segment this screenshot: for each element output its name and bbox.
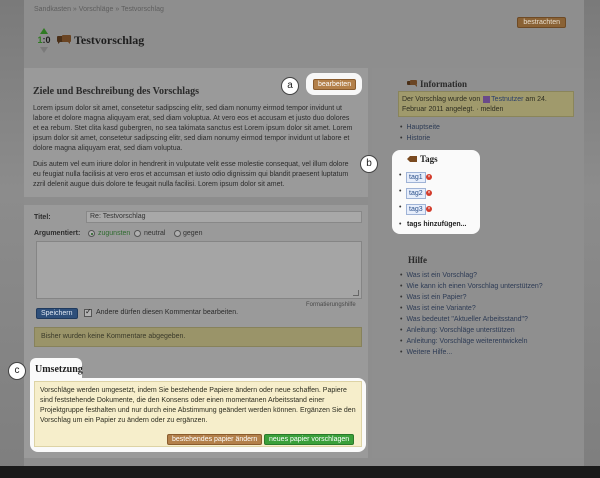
argument-contra-label[interactable]: gegen xyxy=(183,230,202,237)
argument-neutral-label[interactable]: neutral xyxy=(144,230,165,237)
argument-pro-label[interactable]: zugunsten xyxy=(98,230,130,237)
allow-edit-checkbox[interactable] xyxy=(84,307,92,317)
remove-tag-icon[interactable]: × xyxy=(426,174,432,180)
information-text: Der Vorschlag wurde von Testnutzer am 24… xyxy=(402,95,547,113)
modify-existing-paper-button[interactable]: bestehendes papier ändern xyxy=(167,434,263,445)
help-links: Was ist ein Vorschlag? Wie kann ich eine… xyxy=(400,270,543,358)
edit-button[interactable]: bearbeiten xyxy=(313,79,357,90)
remove-tag-icon[interactable]: × xyxy=(426,206,432,212)
umsetzung-text: Vorschläge werden umgesetzt, indem Sie b… xyxy=(40,387,356,424)
callout-a: a xyxy=(281,77,299,95)
save-button[interactable]: Speichern xyxy=(36,308,78,319)
page-title: Testvorschlag xyxy=(74,33,145,47)
comment-title-input[interactable]: Re: Testvorschlag xyxy=(86,211,362,223)
remove-tag-icon[interactable]: × xyxy=(426,190,432,196)
callout-c: c xyxy=(8,362,26,380)
user-avatar-icon xyxy=(483,95,491,103)
sidebar-link-main[interactable]: Hauptseite xyxy=(400,122,439,133)
help-link[interactable]: Anleitung: Vorschläge weiterentwickeln xyxy=(400,336,543,347)
argument-pro-radio[interactable] xyxy=(88,230,95,237)
comment-textarea[interactable] xyxy=(36,241,362,299)
goals-paragraph: Duis autem vel eum iriure dolor in hendr… xyxy=(33,161,349,188)
form-separator xyxy=(24,197,368,205)
speech-bubbles-icon xyxy=(407,80,417,87)
breadcrumb: Sandkasten » Vorschläge » Testvorschlag xyxy=(34,6,164,13)
tags-heading: Tags xyxy=(420,154,438,164)
propose-new-paper-button[interactable]: neues papier vorschlagen xyxy=(264,434,355,445)
arrow-up-icon[interactable] xyxy=(40,28,48,34)
tag-chip[interactable]: tag3 xyxy=(406,204,426,215)
tag-chip[interactable]: tag1 xyxy=(406,172,426,183)
help-link[interactable]: Weitere Hilfe... xyxy=(400,347,543,358)
page-links: Hauptseite Historie xyxy=(400,122,440,144)
breadcrumb-item-current: Testvorschlag xyxy=(121,6,164,13)
argument-label: Argumentiert: xyxy=(34,230,81,237)
help-link[interactable]: Wie kann ich einen Vorschlag unterstütze… xyxy=(400,281,542,292)
help-heading: Hilfe xyxy=(408,255,427,265)
speech-bubbles-icon xyxy=(57,35,71,44)
goals-paragraph: Lorem ipsum dolor sit amet, consetetur s… xyxy=(33,105,353,152)
help-link[interactable]: Anleitung: Vorschläge unterstützen xyxy=(400,325,543,336)
argument-contra-radio[interactable] xyxy=(174,230,181,237)
argument-neutral-radio[interactable] xyxy=(134,230,141,237)
vote-score: 1:0 xyxy=(37,35,51,45)
format-help-link[interactable]: Formatierungshilfe xyxy=(306,302,356,308)
footer-bar xyxy=(0,466,600,478)
tag-chip[interactable]: tag2 xyxy=(406,188,426,199)
information-heading: Information xyxy=(420,79,467,89)
umsetzung-heading: Umsetzung xyxy=(35,364,83,375)
breadcrumb-item-proposals[interactable]: Vorschläge xyxy=(79,6,114,13)
tag-icon xyxy=(407,156,417,162)
allow-edit-label: Andere dürfen diesen Kommentar bearbeite… xyxy=(96,309,239,316)
help-link[interactable]: Was ist ein Papier? xyxy=(400,292,543,303)
help-link[interactable]: Was ist ein Vorschlag? xyxy=(400,270,543,281)
sidebar-link-history[interactable]: Historie xyxy=(400,133,440,144)
author-link[interactable]: Testnutzer xyxy=(491,96,523,103)
resize-grip-icon[interactable] xyxy=(353,290,359,296)
callout-b: b xyxy=(360,155,378,173)
arrow-down-icon[interactable] xyxy=(40,47,48,53)
no-comments-notice: Bisher wurden keine Kommentare abgegeben… xyxy=(34,327,362,347)
add-tags-link[interactable]: tags hinzufügen... xyxy=(407,221,467,228)
help-link[interactable]: Was ist eine Variante? xyxy=(400,303,543,314)
vote-widget: 1:0 xyxy=(36,28,52,58)
help-link[interactable]: Was bedeutet "Aktueller Arbeitsstand"? xyxy=(400,314,543,325)
title-label: Titel: xyxy=(34,214,51,221)
watch-button[interactable]: bestrachten xyxy=(517,17,566,28)
goals-heading: Ziele und Beschreibung des Vorschlags xyxy=(33,86,199,97)
breadcrumb-item-home[interactable]: Sandkasten xyxy=(34,6,71,13)
